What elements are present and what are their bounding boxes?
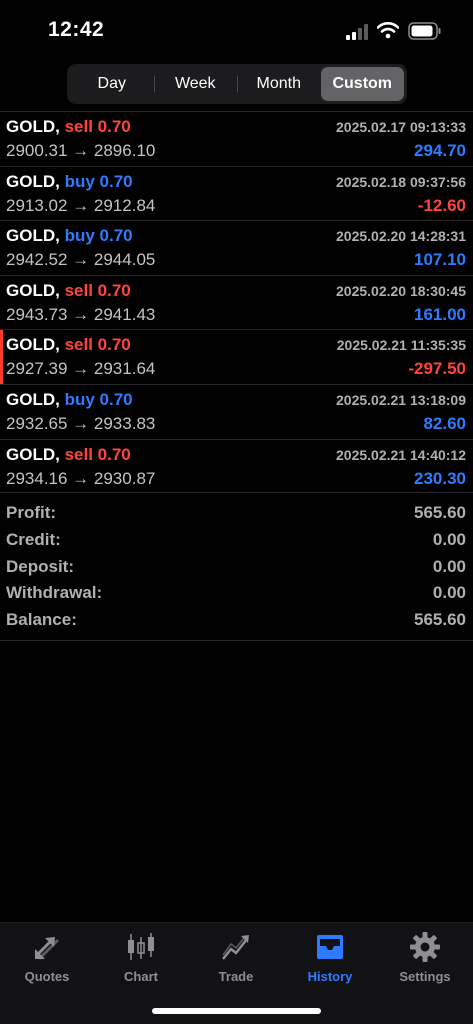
cellular-signal-icon <box>346 24 368 40</box>
trade-profit: 230.30 <box>414 468 466 488</box>
summary-row-profit: Profit: 565.60 <box>0 500 473 527</box>
tab-label: History <box>307 969 353 984</box>
status-bar: 12:42 <box>0 0 473 60</box>
inbox-history-icon <box>317 935 343 959</box>
tab-settings[interactable]: Settings <box>378 931 472 991</box>
tab-quotes[interactable]: Quotes <box>0 931 94 991</box>
tab-label: Chart <box>124 969 158 984</box>
summary-value: 565.60 <box>414 503 466 522</box>
trade-history-list: GOLD, sell 0.70 2025.02.17 09:13:33 2900… <box>0 111 473 494</box>
trade-prices: 2942.52 → 2944.05 <box>6 250 156 270</box>
summary-label: Deposit: <box>6 556 74 576</box>
trade-prices: 2932.65 → 2933.83 <box>6 413 156 433</box>
trade-row[interactable]: GOLD, buy 0.70 2025.02.20 14:28:31 2942.… <box>0 220 473 275</box>
quotes-arrows-icon <box>35 937 59 960</box>
status-time: 12:42 <box>48 18 105 41</box>
wifi-icon <box>377 22 399 39</box>
trade-side-volume: sell 0.70 <box>64 280 131 300</box>
tab-history[interactable]: History <box>283 931 377 991</box>
trade-symbol: GOLD, <box>6 117 60 136</box>
trade-time: 2025.02.21 13:18:09 <box>336 391 466 408</box>
trade-time: 2025.02.17 09:13:33 <box>336 119 466 135</box>
trade-profit: -12.60 <box>417 195 466 215</box>
summary-label: Balance: <box>6 610 77 630</box>
trade-prices: 2927.39 → 2931.64 <box>6 359 156 379</box>
account-summary: Profit: 565.60 Credit: 0.00 Deposit: 0.0… <box>0 500 473 641</box>
trade-prices: 2934.16 → 2930.87 <box>6 468 156 488</box>
trade-side-volume: buy 0.70 <box>64 389 133 409</box>
summary-row-withdrawal: Withdrawal: 0.00 <box>0 580 473 607</box>
trade-profit: 107.10 <box>414 250 466 270</box>
trade-symbol: GOLD, <box>6 335 60 355</box>
tab-trade[interactable]: Trade <box>189 931 283 991</box>
summary-label: Withdrawal: <box>6 583 103 603</box>
summary-row-balance: Balance: 565.60 <box>0 607 473 634</box>
trade-side-volume: sell 0.70 <box>64 444 131 464</box>
trade-time: 2025.02.20 18:30:45 <box>336 282 466 299</box>
period-month-button[interactable]: Month <box>237 67 321 101</box>
trade-prices: 2913.02 → 2912.84 <box>6 195 156 215</box>
trade-time: 2025.02.18 09:37:56 <box>336 173 466 190</box>
trade-row[interactable]: GOLD, sell 0.70 2025.02.21 11:35:35 2927… <box>0 329 473 384</box>
trade-side-volume: buy 0.70 <box>64 226 133 246</box>
trade-time: 2025.02.20 14:28:31 <box>336 228 466 245</box>
trade-trend-icon <box>222 935 249 960</box>
tab-label: Trade <box>218 969 254 984</box>
trade-row[interactable]: GOLD, sell 0.70 2025.02.20 18:30:45 2943… <box>0 274 473 330</box>
tab-label: Settings <box>399 969 451 984</box>
trade-symbol: GOLD, <box>6 280 60 300</box>
gear-icon <box>410 932 440 962</box>
period-day-button[interactable]: Day <box>70 67 154 101</box>
trade-profit: 294.70 <box>414 141 466 160</box>
summary-value: 0.00 <box>432 529 466 549</box>
trade-symbol: GOLD, <box>6 444 60 464</box>
summary-row-credit: Credit: 0.00 <box>0 527 473 554</box>
trade-profit: 161.00 <box>414 304 466 324</box>
battery-icon <box>408 22 441 40</box>
trade-side-volume: sell 0.70 <box>64 335 131 355</box>
summary-value: 565.60 <box>414 610 466 630</box>
trade-profit: 82.60 <box>423 413 466 433</box>
period-segmented-control: Day Week Month Custom <box>67 64 407 104</box>
trade-row[interactable]: GOLD, buy 0.70 2025.02.21 13:18:09 2932.… <box>0 383 473 439</box>
trade-prices: 2900.31 → 2896.10 <box>6 141 156 160</box>
tab-chart[interactable]: Chart <box>94 931 188 991</box>
trade-profit: -297.50 <box>408 359 466 379</box>
trade-prices: 2943.73 → 2941.43 <box>6 304 156 324</box>
trade-symbol: GOLD, <box>6 389 60 409</box>
trade-symbol: GOLD, <box>6 226 60 246</box>
trade-symbol: GOLD, <box>6 171 60 191</box>
period-week-button[interactable]: Week <box>153 67 238 101</box>
trade-row[interactable]: GOLD, buy 0.70 2025.02.18 09:37:56 2913.… <box>0 165 473 221</box>
candlestick-chart-icon <box>128 933 154 960</box>
trade-row[interactable]: GOLD, sell 0.70 2025.02.21 14:40:12 2934… <box>0 438 473 494</box>
tab-label: Quotes <box>24 969 70 984</box>
period-custom-button[interactable]: Custom <box>320 67 404 101</box>
home-indicator <box>152 1008 321 1014</box>
trade-side-volume: sell 0.70 <box>64 117 131 136</box>
summary-label: Credit: <box>6 529 61 549</box>
summary-value: 0.00 <box>432 583 466 603</box>
summary-value: 0.00 <box>432 556 466 576</box>
trade-row[interactable]: GOLD, sell 0.70 2025.02.17 09:13:33 2900… <box>0 111 473 166</box>
summary-label: Profit: <box>6 503 57 522</box>
trade-time: 2025.02.21 14:40:12 <box>336 446 466 463</box>
trade-side-volume: buy 0.70 <box>64 171 133 191</box>
trade-time: 2025.02.21 11:35:35 <box>336 337 466 354</box>
summary-row-deposit: Deposit: 0.00 <box>0 554 473 581</box>
